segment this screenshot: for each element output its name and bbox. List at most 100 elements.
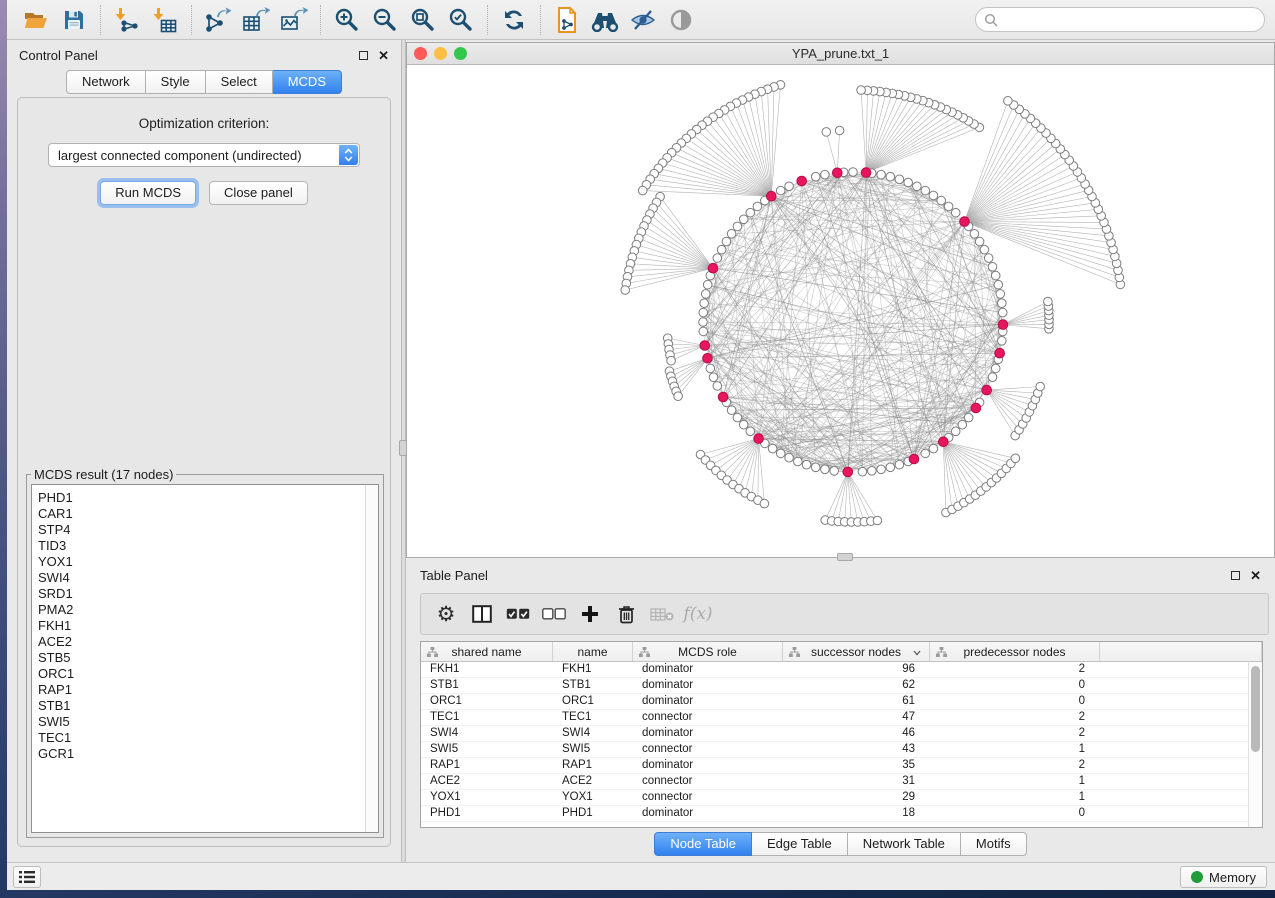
mcds-result-item[interactable]: PHD1 bbox=[38, 490, 378, 506]
mcds-result-item[interactable]: ORC1 bbox=[38, 666, 378, 682]
table-row[interactable]: SWI4SWI4dominator462 bbox=[421, 726, 1248, 742]
network-node[interactable] bbox=[753, 202, 762, 211]
memory-button[interactable]: Memory bbox=[1180, 866, 1267, 888]
network-node[interactable] bbox=[886, 463, 895, 472]
tab-style[interactable]: Style bbox=[146, 70, 206, 94]
table-row[interactable]: PHD1PHD1dominator180 bbox=[421, 806, 1248, 822]
network-node[interactable] bbox=[638, 186, 647, 195]
find-icon[interactable] bbox=[590, 5, 620, 35]
select-all-icon[interactable] bbox=[503, 601, 533, 627]
network-canvas[interactable] bbox=[407, 65, 1274, 557]
mcds-dominator-node[interactable] bbox=[767, 191, 777, 201]
network-node[interactable] bbox=[877, 465, 886, 474]
network-node[interactable] bbox=[722, 237, 731, 246]
network-node[interactable] bbox=[991, 271, 1000, 280]
zoom-fit-icon[interactable] bbox=[408, 5, 438, 35]
mcds-list-scrollbar[interactable] bbox=[365, 485, 378, 832]
network-node[interactable] bbox=[970, 230, 979, 239]
network-node[interactable] bbox=[776, 186, 785, 195]
table-row[interactable]: RAP1RAP1dominator352 bbox=[421, 758, 1248, 774]
mcds-result-listbox[interactable]: PHD1CAR1STP4TID3YOX1SWI4SRD1PMA2FKH1ACE2… bbox=[31, 484, 379, 833]
table-row[interactable]: FKH1FKH1dominator962 bbox=[421, 662, 1248, 678]
network-node[interactable] bbox=[921, 186, 930, 195]
delete-table-icon[interactable] bbox=[647, 601, 677, 627]
network-node[interactable] bbox=[857, 86, 866, 95]
add-row-icon[interactable] bbox=[575, 601, 605, 627]
search-field[interactable] bbox=[975, 7, 1265, 32]
column-header-shared-name[interactable]: shared name bbox=[421, 642, 553, 661]
network-node[interactable] bbox=[785, 182, 794, 191]
table-row[interactable]: YOX1YOX1connector291 bbox=[421, 790, 1248, 806]
mcds-result-item[interactable]: FKH1 bbox=[38, 618, 378, 634]
mcds-dominator-node[interactable] bbox=[995, 348, 1005, 358]
table-row[interactable]: ORC1ORC1dominator610 bbox=[421, 694, 1248, 710]
tab-network[interactable]: Network bbox=[66, 70, 146, 94]
mcds-result-item[interactable]: YOX1 bbox=[38, 554, 378, 570]
network-node[interactable] bbox=[733, 222, 742, 231]
network-node[interactable] bbox=[944, 202, 953, 211]
mcds-dominator-node[interactable] bbox=[754, 434, 764, 444]
network-node[interactable] bbox=[849, 168, 858, 177]
mcds-result-item[interactable]: SRD1 bbox=[38, 586, 378, 602]
network-node[interactable] bbox=[733, 413, 742, 422]
mcds-dominator-node[interactable] bbox=[982, 385, 992, 395]
table-row[interactable]: SWI5SWI5connector431 bbox=[421, 742, 1248, 758]
import-network-icon[interactable] bbox=[112, 5, 142, 35]
network-node[interactable] bbox=[951, 427, 960, 436]
table-tab-node-table[interactable]: Node Table bbox=[654, 832, 752, 856]
mcds-dominator-node[interactable] bbox=[700, 341, 710, 351]
show-panels-icon[interactable] bbox=[666, 5, 696, 35]
mcds-result-item[interactable]: STB5 bbox=[38, 650, 378, 666]
export-network-icon[interactable] bbox=[203, 5, 233, 35]
network-node[interactable] bbox=[1004, 97, 1013, 106]
network-node[interactable] bbox=[868, 467, 877, 476]
network-node[interactable] bbox=[921, 449, 930, 458]
column-header-blank[interactable] bbox=[1100, 642, 1262, 661]
mcds-result-item[interactable]: GCR1 bbox=[38, 746, 378, 762]
network-node[interactable] bbox=[929, 444, 938, 453]
mcds-result-item[interactable]: TEC1 bbox=[38, 730, 378, 746]
network-node[interactable] bbox=[776, 449, 785, 458]
search-input[interactable] bbox=[1003, 13, 1256, 27]
tab-mcds[interactable]: MCDS bbox=[273, 70, 342, 94]
network-node[interactable] bbox=[958, 420, 967, 429]
network-node[interactable] bbox=[701, 290, 710, 299]
table-row[interactable]: STB1STB1dominator620 bbox=[421, 678, 1248, 694]
mcds-dominator-node[interactable] bbox=[833, 168, 843, 178]
criterion-dropdown[interactable]: largest connected component (undirected) bbox=[48, 143, 360, 167]
open-session-icon[interactable] bbox=[21, 5, 51, 35]
table-row[interactable]: ACE2ACE2connector311 bbox=[421, 774, 1248, 790]
table-tab-edge-table[interactable]: Edge Table bbox=[752, 832, 848, 856]
close-panel-button[interactable]: Close panel bbox=[209, 181, 308, 205]
network-node[interactable] bbox=[830, 467, 839, 476]
mcds-result-item[interactable]: RAP1 bbox=[38, 682, 378, 698]
column-header-name[interactable]: name bbox=[553, 642, 633, 661]
mcds-result-item[interactable]: ACE2 bbox=[38, 634, 378, 650]
network-node[interactable] bbox=[988, 263, 997, 272]
network-node[interactable] bbox=[811, 172, 820, 181]
network-node[interactable] bbox=[703, 280, 712, 289]
network-node[interactable] bbox=[895, 460, 904, 469]
network-node[interactable] bbox=[996, 290, 1005, 299]
mcds-result-item[interactable]: CAR1 bbox=[38, 506, 378, 522]
network-window-titlebar[interactable]: YPA_prune.txt_1 bbox=[407, 43, 1274, 65]
zoom-in-icon[interactable] bbox=[332, 5, 362, 35]
network-node[interactable] bbox=[895, 175, 904, 184]
network-node[interactable] bbox=[739, 215, 748, 224]
mcds-dominator-node[interactable] bbox=[708, 263, 718, 273]
network-node[interactable] bbox=[835, 126, 844, 135]
network-node[interactable] bbox=[858, 467, 867, 476]
float-panel-icon[interactable] bbox=[1231, 571, 1240, 580]
network-node[interactable] bbox=[727, 406, 736, 415]
close-panel-icon[interactable]: ✕ bbox=[1250, 571, 1261, 580]
network-node[interactable] bbox=[699, 308, 708, 317]
mcds-dominator-node[interactable] bbox=[971, 403, 981, 413]
column-header-successor-nodes[interactable]: successor nodes bbox=[783, 642, 930, 661]
mcds-dominator-node[interactable] bbox=[843, 467, 853, 477]
network-node[interactable] bbox=[713, 382, 722, 391]
horizontal-splitter-grip[interactable] bbox=[837, 553, 853, 561]
network-node[interactable] bbox=[699, 318, 708, 327]
mcds-dominator-node[interactable] bbox=[998, 320, 1008, 330]
network-node[interactable] bbox=[873, 516, 882, 525]
network-node[interactable] bbox=[980, 245, 989, 254]
